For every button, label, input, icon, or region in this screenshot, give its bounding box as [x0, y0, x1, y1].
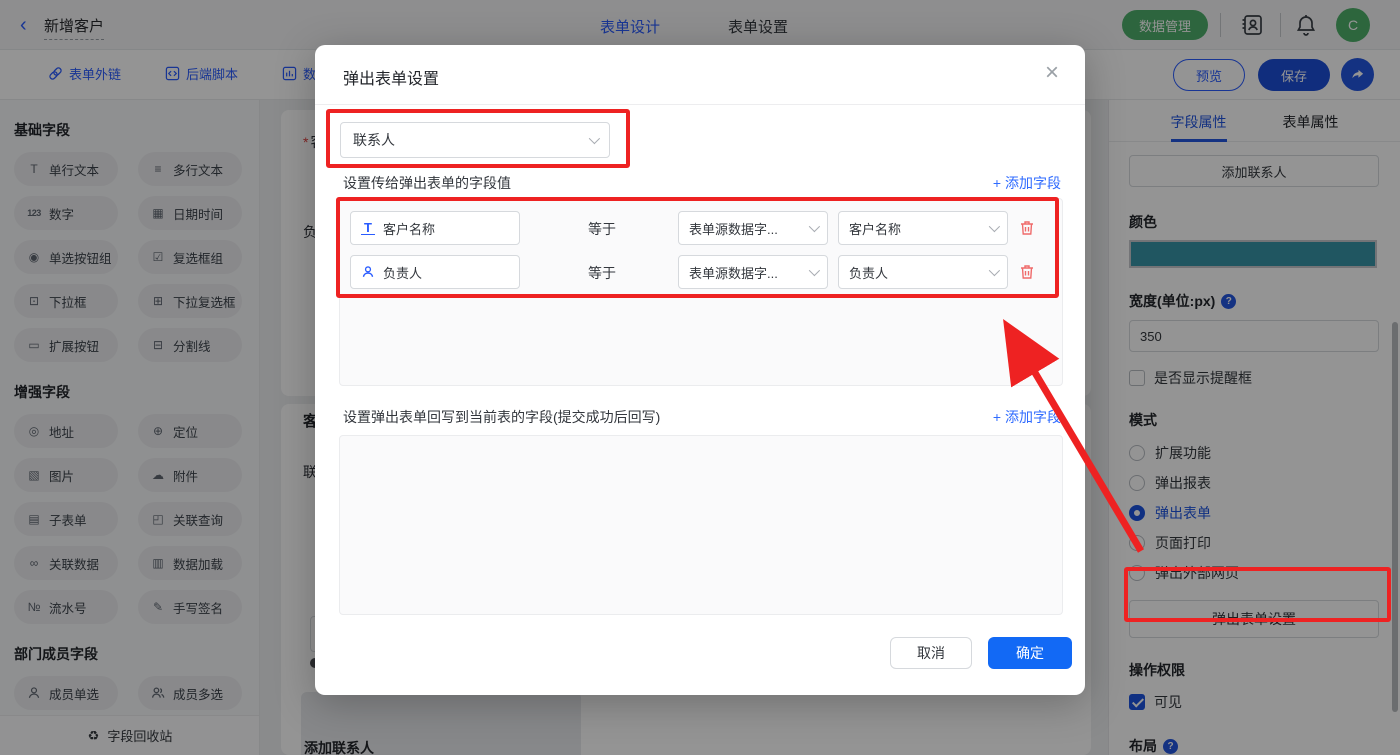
pass-section-label: 设置传给弹出表单的字段值 — [343, 173, 511, 193]
operator-label: 等于 — [588, 219, 616, 239]
popup-form-settings-modal: 弹出表单设置 × 联系人 设置传给弹出表单的字段值 + 添加字段 T 客户名称 … — [315, 45, 1085, 695]
source-type-value: 表单源数据字... — [689, 219, 778, 238]
field-mapping-row: T 客户名称 等于 表单源数据字... 客户名称 — [340, 211, 1062, 245]
delete-row-icon[interactable] — [1018, 263, 1036, 281]
operator-label: 等于 — [588, 263, 616, 283]
target-form-select[interactable]: 联系人 — [340, 122, 610, 158]
text-field-icon: T — [361, 221, 375, 235]
chevron-down-icon — [809, 221, 820, 232]
writeback-fields-container — [339, 435, 1063, 615]
person-field-icon — [361, 265, 375, 279]
chevron-down-icon — [989, 221, 1000, 232]
confirm-button[interactable]: 确定 — [988, 637, 1072, 669]
add-field-link[interactable]: + 添加字段 — [993, 173, 1061, 193]
form-designer-app: ‹ 新增客户 表单设计 表单设置 数据管理 C 表单外链 后端脚本 — [0, 0, 1400, 755]
chevron-down-icon — [989, 265, 1000, 276]
field-mapping-row: 负责人 等于 表单源数据字... 负责人 — [340, 255, 1062, 289]
field-name: 客户名称 — [383, 219, 435, 238]
source-field-select[interactable]: 客户名称 — [838, 211, 1008, 245]
source-type-select[interactable]: 表单源数据字... — [678, 255, 828, 289]
field-name-box[interactable]: T 客户名称 — [350, 211, 520, 245]
target-form-value: 联系人 — [353, 130, 395, 150]
modal-title: 弹出表单设置 — [343, 65, 439, 89]
source-field-value: 客户名称 — [849, 219, 901, 238]
field-name-box[interactable]: 负责人 — [350, 255, 520, 289]
cancel-button[interactable]: 取消 — [890, 637, 972, 669]
source-type-select[interactable]: 表单源数据字... — [678, 211, 828, 245]
add-field-link[interactable]: + 添加字段 — [993, 407, 1061, 427]
chevron-down-icon — [809, 265, 820, 276]
writeback-section-label: 设置弹出表单回写到当前表的字段(提交成功后回写) — [343, 407, 660, 427]
delete-row-icon[interactable] — [1018, 219, 1036, 237]
chevron-down-icon — [589, 133, 600, 144]
source-field-select[interactable]: 负责人 — [838, 255, 1008, 289]
field-name: 负责人 — [383, 263, 422, 282]
pass-fields-container: T 客户名称 等于 表单源数据字... 客户名称 负责人 等于 表单源数据字..… — [339, 198, 1063, 386]
close-icon[interactable]: × — [1045, 59, 1059, 87]
modal-header-divider — [315, 104, 1085, 105]
source-field-value: 负责人 — [849, 263, 888, 282]
source-type-value: 表单源数据字... — [689, 263, 778, 282]
